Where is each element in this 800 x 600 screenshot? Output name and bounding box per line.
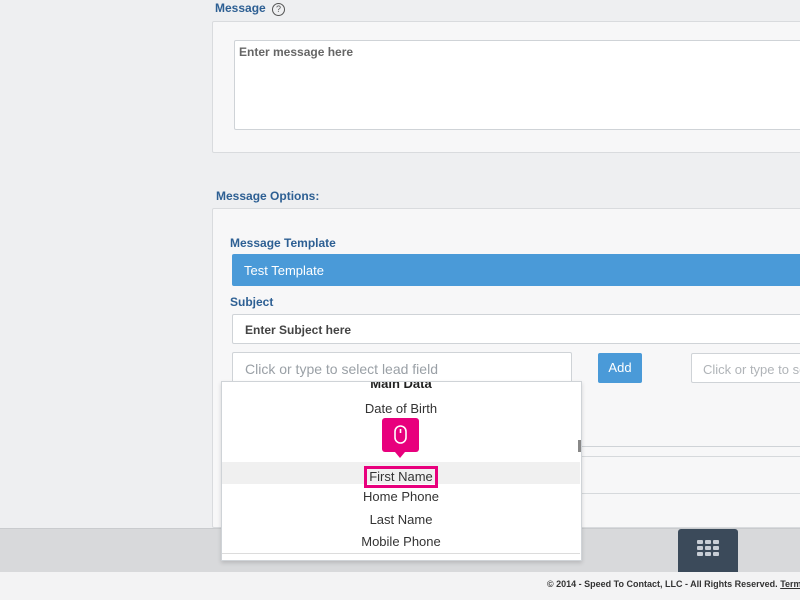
- highlight-box[interactable]: First Name: [364, 466, 438, 488]
- dropdown-item-first-name[interactable]: First Name: [222, 466, 580, 488]
- dropdown-item[interactable]: Home Phone: [222, 489, 580, 504]
- mouse-click-icon: [394, 425, 407, 444]
- message-template-label: Message Template: [230, 236, 336, 250]
- copyright-bar: © 2014 - Speed To Contact, LLC - All Rig…: [0, 572, 800, 600]
- message-label: Message ?: [215, 1, 286, 16]
- dropdown-item[interactable]: Date of Birth: [222, 401, 580, 416]
- message-textarea[interactable]: Enter message here: [234, 40, 800, 130]
- background-field-edge: [578, 456, 800, 494]
- question-circle-icon[interactable]: ?: [272, 3, 286, 16]
- lead-field-select[interactable]: Click or type to select lead field: [232, 352, 572, 383]
- lead-field-dropdown: Main Data Date of Birth First Name Home …: [221, 381, 582, 561]
- subject-input[interactable]: Enter Subject here: [232, 314, 800, 344]
- dropdown-scrollbar[interactable]: [578, 440, 581, 452]
- keypad-grid-icon: [697, 540, 719, 556]
- badge-pointer: [395, 452, 405, 458]
- dropdown-bottom-divider: [222, 553, 580, 554]
- dropdown-item[interactable]: Last Name: [222, 512, 580, 527]
- divider-line: [578, 446, 800, 447]
- lead-field-select-2[interactable]: Click or type to se: [691, 353, 800, 383]
- terms-link[interactable]: Term: [780, 579, 800, 589]
- message-options-label: Message Options:: [216, 189, 320, 203]
- dropdown-item[interactable]: Mobile Phone: [222, 534, 580, 549]
- subject-label: Subject: [230, 295, 274, 309]
- mouse-click-badge: [382, 418, 419, 458]
- add-button[interactable]: Add: [598, 353, 642, 383]
- keypad-grid-button[interactable]: [678, 529, 738, 573]
- message-template-select[interactable]: Test Template: [232, 254, 800, 286]
- dropdown-group-header: Main Data: [370, 381, 432, 391]
- copyright-text: © 2014 - Speed To Contact, LLC - All Rig…: [547, 579, 778, 589]
